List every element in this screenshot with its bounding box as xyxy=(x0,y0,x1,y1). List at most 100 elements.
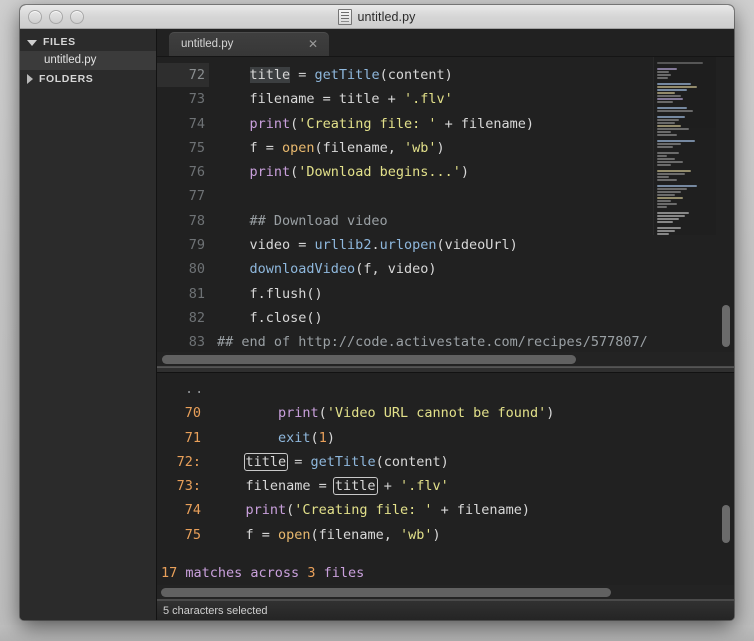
find-results-panel[interactable]: .. 70 print('Video URL cannot be found') 7… xyxy=(157,373,734,585)
results-context-row[interactable]: 71 exit(1) xyxy=(157,426,734,450)
sidebar-group-folders[interactable]: FOLDERS xyxy=(20,70,156,88)
minimap-line xyxy=(657,143,681,145)
editor-horizontal-scrollbar[interactable] xyxy=(157,352,734,366)
code-line[interactable]: 80 downloadVideo(f, video) xyxy=(157,257,734,281)
code-token: + filename) xyxy=(436,115,535,132)
minimap-line xyxy=(657,161,683,163)
code-line[interactable]: 73 filename = title + '.flv' xyxy=(157,87,734,111)
minimap-line xyxy=(657,215,685,217)
sidebar-group-label: FILES xyxy=(43,36,76,48)
code-token: matches across xyxy=(177,565,308,581)
editor-vertical-scrollbar[interactable] xyxy=(722,305,730,347)
code-line[interactable]: 78 ## Download video xyxy=(157,209,734,233)
minimap-line xyxy=(657,71,669,73)
minimap-line xyxy=(657,170,691,172)
minimap-line xyxy=(657,212,689,214)
code-token: ) xyxy=(432,526,441,543)
code-token: ( xyxy=(310,429,319,446)
code-line[interactable]: 83 ## end of http://code.activestate.com/… xyxy=(157,330,734,352)
results-vertical-scrollbar[interactable] xyxy=(722,505,730,543)
window-title-group: untitled.py xyxy=(20,5,734,28)
code-token: ( xyxy=(318,405,327,422)
minimap-line xyxy=(657,164,671,166)
results-context-row[interactable]: 75 f = open(filename, 'wb') xyxy=(157,523,734,547)
code-token: (videoUrl) xyxy=(436,237,518,254)
line-source: downloadVideo(f, video) xyxy=(209,257,734,281)
code-token: 17 xyxy=(161,565,178,581)
code-token: + filename) xyxy=(432,502,531,519)
code-line[interactable]: 77 xyxy=(157,184,734,208)
results-line-source: title = getTitle(content) xyxy=(207,450,734,474)
minimap-line xyxy=(657,125,681,127)
code-token: ) xyxy=(546,405,555,422)
code-token: + xyxy=(375,478,400,495)
code-line[interactable]: 72 title = getTitle(content) xyxy=(157,63,734,88)
line-source: f.close() xyxy=(209,306,734,330)
code-token: = xyxy=(286,453,311,470)
code-token: open xyxy=(282,139,315,156)
code-line[interactable]: 76 print('Download begins...') xyxy=(157,160,734,184)
minimap-line xyxy=(657,95,681,97)
code-line[interactable]: 75 f = open(filename, 'wb') xyxy=(157,136,734,160)
code-line[interactable]: 82 f.close() xyxy=(157,306,734,330)
code-line[interactable]: 81 f.flush() xyxy=(157,282,734,306)
sidebar-group-files[interactable]: FILES xyxy=(20,33,156,51)
file-icon xyxy=(338,8,353,25)
code-token: = xyxy=(290,67,315,83)
window-body: FILES untitled.py FOLDERS untitled.py ✕ xyxy=(20,29,734,620)
triangle-down-icon[interactable] xyxy=(27,39,37,46)
minimap-line xyxy=(657,98,683,100)
code-token: urlopen xyxy=(379,237,437,254)
window-titlebar[interactable]: untitled.py xyxy=(20,5,734,29)
code-line[interactable]: 74 print('Creating file: ' + filename) xyxy=(157,112,734,136)
tab-untitled-py[interactable]: untitled.py ✕ xyxy=(169,32,329,56)
triangle-right-icon[interactable] xyxy=(27,74,33,84)
minimap-line xyxy=(657,200,671,202)
minimap-line xyxy=(657,83,691,85)
code-token: (content) xyxy=(379,67,453,83)
minimap-line xyxy=(657,107,687,109)
code-editor[interactable]: 72 title = getTitle(content) 73 filename … xyxy=(157,57,734,352)
code-token: (filename, xyxy=(310,526,400,543)
code-token: video = xyxy=(217,237,315,254)
code-token: ) xyxy=(460,164,469,181)
code-token: title xyxy=(249,67,291,83)
code-token: title xyxy=(332,477,378,496)
code-token: f = xyxy=(213,526,279,543)
code-line[interactable]: 79 video = urllib2.urlopen(videoUrl) xyxy=(157,233,734,257)
results-context-row[interactable]: 74 print('Creating file: ' + filename) xyxy=(157,498,734,522)
minimap-line xyxy=(657,119,679,121)
sidebar: FILES untitled.py FOLDERS xyxy=(20,29,157,620)
results-horizontal-scrollbar[interactable] xyxy=(157,585,734,599)
results-match-row[interactable]: 72: title = getTitle(content) xyxy=(157,450,734,474)
results-horizontal-scroll-thumb[interactable] xyxy=(161,588,611,597)
results-context-row[interactable]: 70 print('Video URL cannot be found') xyxy=(157,401,734,425)
results-line-source: filename = title + '.flv' xyxy=(207,474,734,498)
minimap-line xyxy=(657,197,683,199)
sidebar-item-untitled-py[interactable]: untitled.py xyxy=(20,51,156,70)
code-token: ## Download video xyxy=(249,212,388,229)
code-token: f.flush() xyxy=(217,285,323,302)
results-match-row[interactable]: 73: filename = title + '.flv' xyxy=(157,474,734,498)
tab-label: untitled.py xyxy=(181,38,234,50)
minimap-line xyxy=(657,188,687,190)
code-token: ) xyxy=(436,139,445,156)
code-token: ## end of http://code.activestate.com/re… xyxy=(217,334,648,351)
results-line-number: 74 xyxy=(184,502,201,519)
minimap[interactable] xyxy=(654,57,716,235)
minimap-line xyxy=(657,230,675,232)
close-icon[interactable]: ✕ xyxy=(308,38,329,50)
desktop-background: untitled.py FILES untitled.py FOLDERS un… xyxy=(0,0,754,641)
minimap-line xyxy=(657,134,677,136)
code-token: title xyxy=(243,452,289,471)
editor-horizontal-scroll-thumb[interactable] xyxy=(162,355,576,364)
minimap-line xyxy=(657,62,703,64)
minimap-line xyxy=(657,206,667,208)
code-token: f.close() xyxy=(217,309,323,326)
minimap-line xyxy=(657,131,671,133)
code-token: 'Video URL cannot be found' xyxy=(326,405,547,422)
window-title: untitled.py xyxy=(357,9,416,24)
